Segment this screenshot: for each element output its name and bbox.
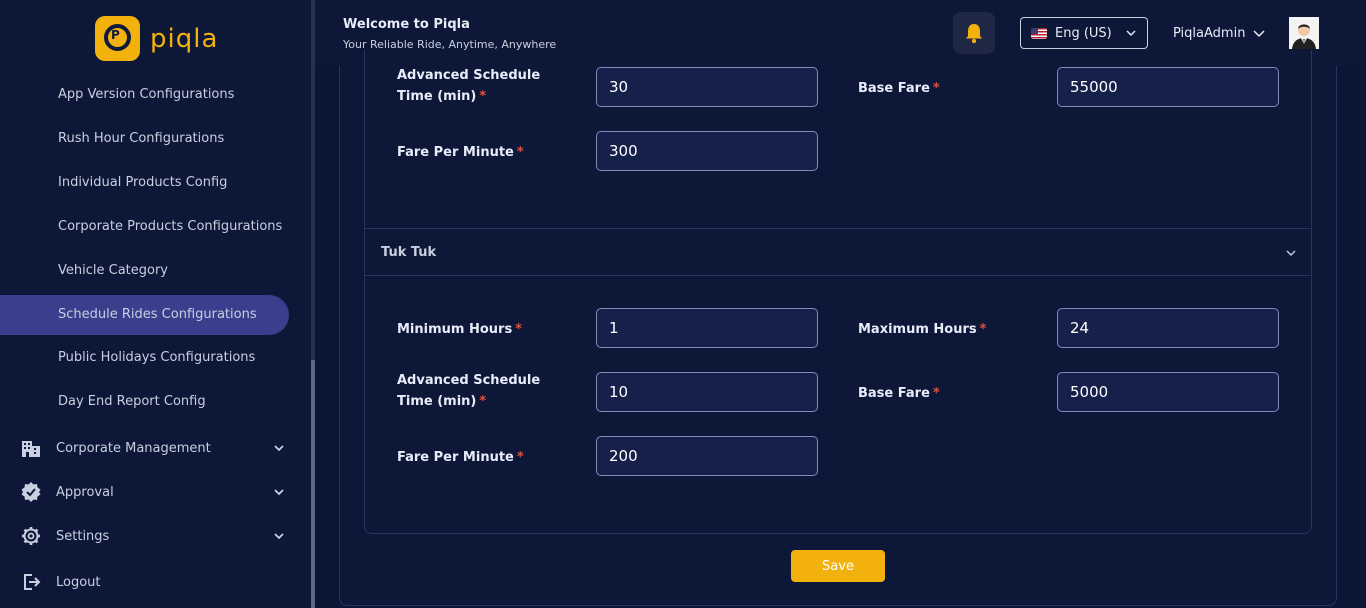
- sidebar-item-individual-products[interactable]: Individual Products Config: [58, 175, 227, 190]
- sidebar-logout[interactable]: Logout: [20, 570, 285, 594]
- sidebar-item-day-end-report[interactable]: Day End Report Config: [58, 394, 206, 409]
- gear-icon: [20, 525, 42, 547]
- logo-text: piqla: [150, 23, 219, 54]
- chevron-down-icon: [274, 489, 284, 496]
- fare-per-minute-input[interactable]: [596, 131, 818, 171]
- bell-icon: [966, 24, 982, 44]
- sidebar-group-corporate-management[interactable]: Corporate Management: [20, 436, 285, 460]
- sidebar-item-rush-hour[interactable]: Rush Hour Configurations: [58, 131, 224, 146]
- sidebar-scrollbar[interactable]: [311, 0, 315, 608]
- sidebar-item-corporate-products[interactable]: Corporate Products Configurations: [58, 219, 282, 234]
- fare-per-minute-label: Fare Per Minute *: [397, 145, 524, 160]
- maximum-hours-input[interactable]: [1057, 308, 1279, 348]
- sidebar-group-label: Approval: [56, 484, 114, 500]
- tuk-tuk-accordion-header[interactable]: Tuk Tuk: [365, 229, 1311, 276]
- base-fare-label: Base Fare *: [858, 81, 940, 96]
- save-button[interactable]: Save: [791, 550, 885, 582]
- minimum-hours-input[interactable]: [596, 308, 818, 348]
- chevron-down-icon: [274, 533, 284, 540]
- base-fare-input[interactable]: [1057, 67, 1279, 107]
- logout-label: Logout: [56, 574, 101, 590]
- advanced-schedule-input[interactable]: [596, 67, 818, 107]
- sidebar-item-public-holidays[interactable]: Public Holidays Configurations: [58, 350, 255, 365]
- tuk-advanced-schedule-label: Advanced Schedule Time (min) *: [397, 373, 541, 409]
- sidebar-group-approval[interactable]: Approval: [20, 480, 285, 504]
- tuk-fare-per-minute-input[interactable]: [596, 436, 818, 476]
- maximum-hours-label: Maximum Hours *: [858, 322, 987, 337]
- chevron-down-icon: [1286, 250, 1296, 256]
- minimum-hours-label: Minimum Hours *: [397, 322, 523, 337]
- us-flag-icon: [1031, 27, 1047, 39]
- chevron-down-icon[interactable]: [1252, 27, 1266, 41]
- avatar[interactable]: [1289, 17, 1319, 49]
- sidebar-item-schedule-rides[interactable]: Schedule Rides Configurations: [58, 307, 257, 322]
- language-selector[interactable]: Eng (US): [1020, 17, 1148, 49]
- tuk-fare-per-minute-label: Fare Per Minute *: [397, 450, 524, 465]
- badge-check-icon: [20, 481, 42, 503]
- welcome-title: Welcome to Piqla: [343, 17, 470, 32]
- sidebar: P piqla App Version Configurations Rush …: [0, 0, 311, 608]
- sidebar-group-settings[interactable]: Settings: [20, 524, 285, 548]
- tuk-base-fare-input[interactable]: [1057, 372, 1279, 412]
- tuk-tuk-title: Tuk Tuk: [381, 245, 437, 260]
- user-menu-name[interactable]: PiqlaAdmin: [1173, 26, 1245, 41]
- chevron-down-icon: [1126, 30, 1136, 36]
- sidebar-item-app-version[interactable]: App Version Configurations: [58, 87, 234, 102]
- tuk-base-fare-label: Base Fare *: [858, 386, 940, 401]
- logo-badge: P: [95, 16, 140, 61]
- sidebar-item-vehicle-category[interactable]: Vehicle Category: [58, 263, 168, 278]
- scrollbar-thumb[interactable]: [311, 360, 315, 608]
- building-icon: [20, 437, 42, 459]
- notifications-button[interactable]: [953, 12, 995, 54]
- tuk-advanced-schedule-input[interactable]: [596, 372, 818, 412]
- advanced-schedule-label: Advanced Schedule Time (min) *: [397, 68, 541, 104]
- sidebar-group-label: Corporate Management: [56, 440, 211, 456]
- sidebar-group-label: Settings: [56, 528, 110, 544]
- language-label: Eng (US): [1055, 25, 1112, 41]
- chevron-down-icon: [274, 445, 284, 452]
- brand-logo[interactable]: P piqla: [95, 16, 218, 61]
- logout-icon: [20, 571, 42, 593]
